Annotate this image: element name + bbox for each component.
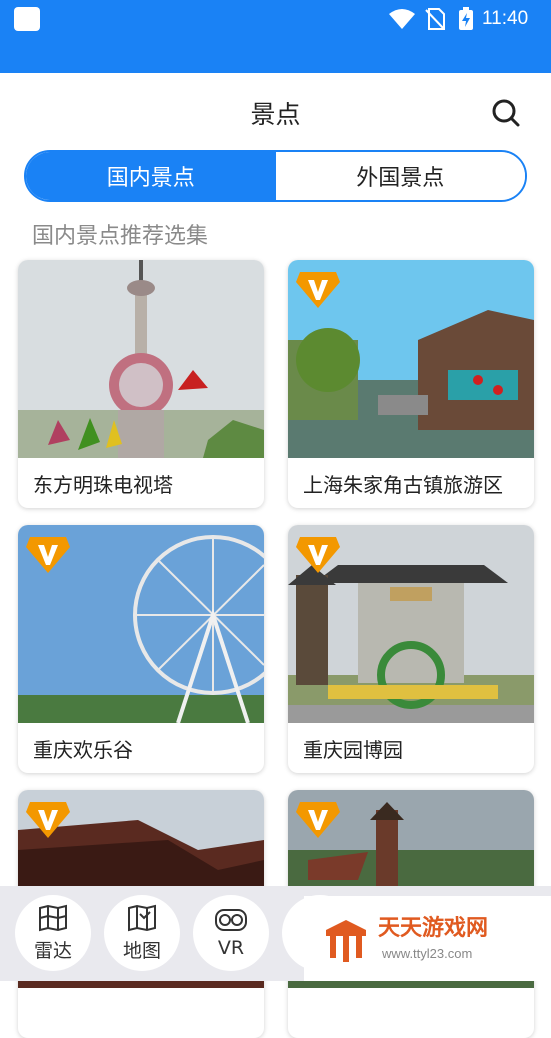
app-top-bar	[0, 38, 551, 73]
vip-badge-icon	[296, 272, 340, 308]
section-title: 国内景点推荐选集	[32, 224, 209, 249]
nav-vr-label: VR	[217, 937, 245, 959]
nav-map-button[interactable]: 地图	[104, 895, 180, 971]
nav-vr-button[interactable]: VR	[193, 895, 269, 971]
scenic-photo	[18, 525, 264, 724]
nav-radar-label: 雷达	[33, 939, 72, 962]
battery-charging-icon	[459, 7, 473, 30]
scenic-photo	[18, 260, 264, 458]
status-bar: 11:40	[0, 0, 551, 38]
status-time: 11:40	[482, 8, 529, 29]
scenic-card-title: 重庆园博园	[303, 737, 403, 762]
scenic-photo	[288, 525, 534, 723]
scenic-card-title: 上海朱家角古镇旅游区	[303, 472, 503, 497]
vr-icon	[215, 909, 247, 931]
watermark-url: www.ttyl23.com	[382, 946, 473, 961]
tab-domestic[interactable]: 国内景点	[26, 152, 276, 200]
watermark-name: 天天游戏网	[378, 916, 489, 941]
wifi-icon	[389, 9, 415, 29]
nav-radar-button[interactable]: 雷达	[15, 895, 91, 971]
scenic-card[interactable]: 重庆欢乐谷	[18, 525, 264, 773]
map-icon	[128, 904, 156, 931]
vip-badge-icon	[26, 802, 70, 838]
page-title: 景点	[250, 100, 301, 129]
app-notification-icon	[14, 7, 40, 31]
no-sim-icon	[425, 8, 445, 30]
scenic-card-title: 重庆欢乐谷	[33, 737, 133, 762]
scenic-photo	[288, 260, 534, 458]
watermark-logo-icon	[326, 920, 366, 962]
scenic-type-tabs: 国内景点 外国景点	[24, 150, 527, 202]
radar-icon	[39, 904, 67, 931]
site-watermark: 天天游戏网 www.ttyl23.com	[304, 896, 551, 981]
vip-badge-icon	[296, 537, 340, 573]
tab-foreign[interactable]: 外国景点	[275, 152, 525, 200]
page-header: 景点	[0, 73, 551, 149]
nav-map-label: 地图	[122, 939, 161, 962]
scenic-card[interactable]: 重庆园博园	[288, 525, 534, 773]
scenic-card-title	[288, 988, 534, 1038]
scenic-card-title	[18, 988, 264, 1038]
scenic-card[interactable]: 东方明珠电视塔	[18, 260, 264, 508]
vip-badge-icon	[26, 537, 70, 573]
scenic-card[interactable]: 上海朱家角古镇旅游区	[288, 260, 534, 508]
search-icon[interactable]	[490, 97, 522, 129]
vip-badge-icon	[296, 802, 340, 838]
scenic-card-title: 东方明珠电视塔	[33, 472, 173, 497]
